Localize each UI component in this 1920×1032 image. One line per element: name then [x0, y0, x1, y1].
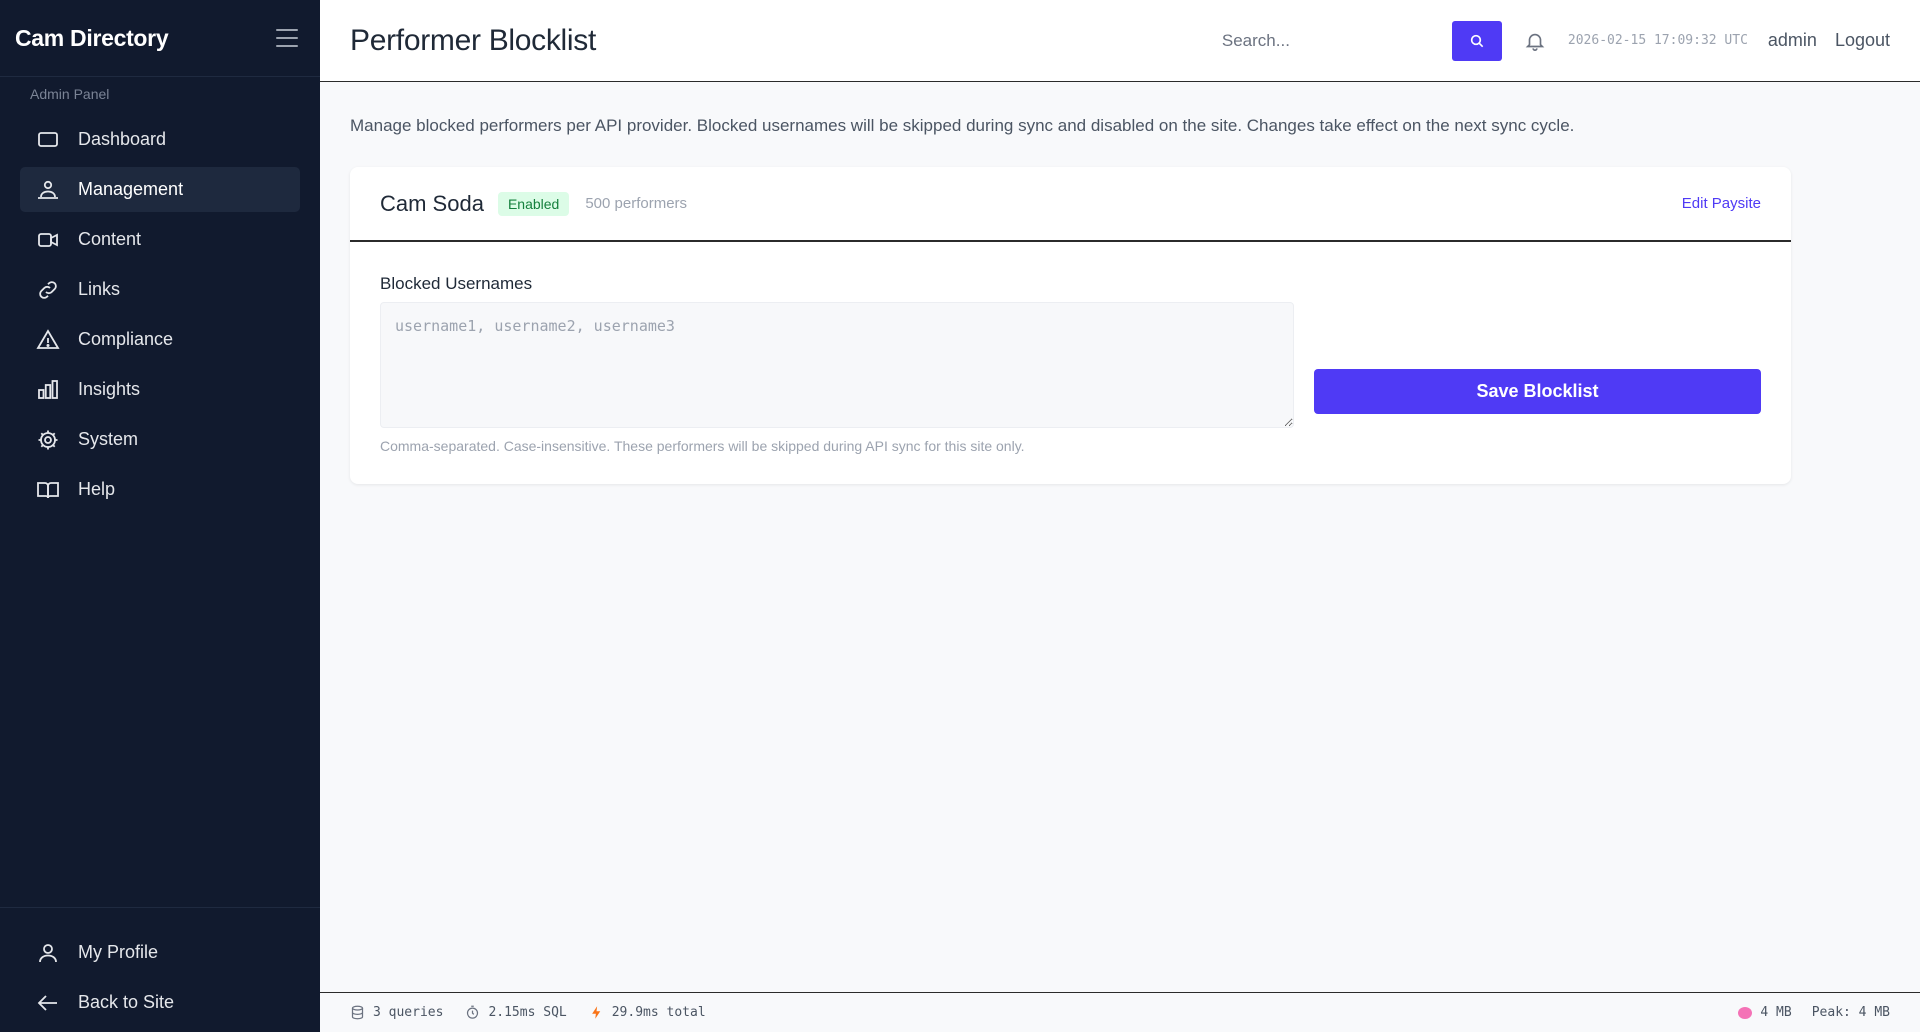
- blocked-usernames-label: Blocked Usernames: [380, 274, 533, 293]
- link-icon: [39, 280, 57, 299]
- sidebar-item-system[interactable]: System: [20, 417, 300, 462]
- sidebar-item-help[interactable]: Help: [20, 467, 300, 512]
- card-body: Blocked Usernames Comma-separated. Case-…: [350, 242, 1791, 484]
- blocked-usernames-textarea[interactable]: [380, 302, 1294, 428]
- user-icon: [39, 943, 57, 962]
- hamburger-menu-icon[interactable]: [276, 29, 298, 47]
- sidebar-item-label: Content: [78, 229, 142, 249]
- sidebar-footer: My Profile Back to Site: [0, 907, 320, 1032]
- search-icon: [1470, 34, 1484, 47]
- blocklist-form: Blocked Usernames Comma-separated. Case-…: [380, 274, 1294, 454]
- sidebar: Cam Directory Admin Panel Dashboard Mana…: [0, 0, 320, 1032]
- sidebar-item-label: Compliance: [78, 329, 174, 349]
- panel-label: Admin Panel: [30, 86, 110, 102]
- sidebar-item-compliance[interactable]: Compliance: [20, 317, 300, 362]
- logout-link[interactable]: Logout: [1835, 30, 1890, 51]
- sidebar-item-dashboard[interactable]: Dashboard: [20, 117, 300, 162]
- sidebar-item-label: System: [78, 429, 139, 449]
- brand-logo[interactable]: Cam Directory: [15, 25, 169, 52]
- search-button[interactable]: [1451, 20, 1502, 61]
- performer-count: 500 performers: [585, 195, 688, 212]
- edit-paysite-link[interactable]: Edit Paysite: [1682, 195, 1761, 212]
- video-icon: [38, 232, 58, 247]
- sidebar-item-links[interactable]: Links: [20, 267, 300, 312]
- save-blocklist-button[interactable]: Save Blocklist: [1314, 369, 1761, 414]
- sidebar-item-label: Back to Site: [78, 992, 175, 1012]
- total-time-text: 29.9ms total: [611, 1005, 706, 1020]
- topbar: Performer Blocklist 2026-02-15 17:09:32 …: [320, 0, 1920, 82]
- main-content: Manage blocked performers per API provid…: [320, 82, 1920, 992]
- field-hint: Comma-separated. Case-insensitive. These…: [380, 438, 1025, 454]
- sidebar-item-insights[interactable]: Insights: [20, 367, 300, 412]
- sidebar-item-label: Insights: [78, 379, 141, 399]
- sidebar-item-back-to-site[interactable]: Back to Site: [20, 980, 300, 1025]
- peak-memory-text: Peak: 4 MB: [1811, 1005, 1890, 1020]
- stopwatch-icon: [467, 1005, 479, 1019]
- sidebar-item-label: My Profile: [78, 942, 159, 962]
- card-header: Cam Soda Enabled 500 performers Edit Pay…: [350, 167, 1791, 242]
- bar-chart-icon: [38, 379, 58, 399]
- brain-icon: [1738, 1006, 1753, 1019]
- sql-time: 2.15ms SQL: [465, 1005, 567, 1020]
- sidebar-item-label: Dashboard: [78, 129, 167, 149]
- sidebar-item-label: Help: [78, 479, 116, 499]
- debug-footer: 3 queries 2.15ms SQL 29.9ms total 4 MB P…: [320, 992, 1920, 1032]
- user-menu-link[interactable]: admin: [1768, 30, 1817, 51]
- sidebar-item-label: Links: [78, 279, 121, 299]
- lightning-icon: [591, 1006, 600, 1019]
- database-icon: [351, 1005, 364, 1020]
- query-count: 3 queries: [350, 1005, 443, 1020]
- memory-text: 4 MB: [1760, 1005, 1792, 1020]
- warning-icon: [36, 328, 60, 349]
- sql-time-text: 2.15ms SQL: [488, 1005, 567, 1020]
- status-badge: Enabled: [497, 191, 570, 216]
- query-count-text: 3 queries: [373, 1005, 444, 1020]
- blocklist-card: Cam Soda Enabled 500 performers Edit Pay…: [350, 167, 1791, 484]
- sidebar-nav: Dashboard Management Content Links Compl…: [0, 117, 320, 512]
- sidebar-item-management[interactable]: Management: [20, 167, 300, 212]
- users-icon: [38, 180, 58, 199]
- page-description: Manage blocked performers per API provid…: [350, 116, 1575, 135]
- paysite-name: Cam Soda: [380, 190, 484, 216]
- monitor-icon: [38, 131, 58, 147]
- sidebar-item-my-profile[interactable]: My Profile: [20, 930, 300, 975]
- bell-icon[interactable]: [1524, 29, 1546, 53]
- memory-stats: 4 MB Peak: 4 MB: [1738, 1005, 1890, 1020]
- arrow-left-icon: [37, 994, 57, 1011]
- sidebar-item-content[interactable]: Content: [20, 217, 300, 262]
- search-form: [1211, 20, 1502, 61]
- page-title: Performer Blocklist: [350, 23, 597, 57]
- total-time: 29.9ms total: [589, 1005, 706, 1020]
- sidebar-header: Cam Directory: [0, 0, 320, 77]
- book-icon: [37, 481, 59, 498]
- gear-icon: [38, 430, 58, 449]
- search-input[interactable]: [1211, 20, 1452, 61]
- server-clock: 2026-02-15 17:09:32 UTC: [1567, 33, 1748, 48]
- sidebar-item-label: Management: [78, 179, 184, 199]
